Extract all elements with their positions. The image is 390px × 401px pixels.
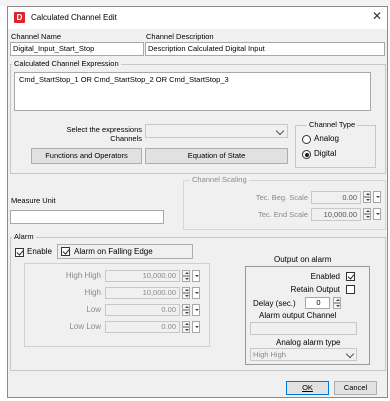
spin-down-icon[interactable] [182,293,190,299]
level-label-high: High [84,288,101,297]
radio-analog-label: Analog [314,134,339,143]
chevron-down-icon [345,349,355,359]
output-on-alarm-title: Output on alarm [274,255,332,264]
window-title: Calculated Channel Edit [31,13,117,22]
background-margin [0,6,7,401]
level-label-low-low: Low Low [69,322,101,331]
level-input-low[interactable]: 0.00 [105,304,180,316]
level-input-high-high[interactable]: 10,000.00 [105,270,180,282]
beg-scale-input[interactable]: 0.00 [311,191,361,204]
spin-down-icon[interactable] [333,303,341,309]
end-scale-input[interactable]: 10,000.00 [311,208,361,221]
analog-alarm-type-label: Analog alarm type [276,338,341,347]
measure-unit-label: Measure Unit [11,196,56,205]
app-icon: D [14,12,25,23]
level-label-low: Low [86,305,101,314]
dialog-window: D Calculated Channel Edit ✕ Channel Name… [7,6,388,398]
radio-analog[interactable] [302,135,311,144]
level-dropdown-low[interactable] [192,304,200,316]
spin-down-icon[interactable] [182,327,190,333]
level-spinner-high-high[interactable] [182,270,190,282]
scaling-group [183,180,386,230]
level-spinner-high[interactable] [182,287,190,299]
channel-name-input[interactable]: Digital_Input_Start_Stop [10,42,144,56]
output-enabled-checkbox[interactable] [346,272,355,281]
level-spinner-low-low[interactable] [182,321,190,333]
equation-of-state-button[interactable]: Equation of State [145,148,288,164]
alarm-output-channel-label: Alarm output Channel [259,311,337,320]
delay-label: Delay (sec.) [253,299,296,308]
ok-button[interactable]: OK [286,381,329,395]
end-scale-spinner[interactable] [363,208,371,220]
level-spinner-low[interactable] [182,304,190,316]
cancel-button[interactable]: Cancel [334,381,377,395]
title-bar: D Calculated Channel Edit ✕ [8,7,387,29]
level-dropdown-low-low[interactable] [192,321,200,333]
radio-digital[interactable] [302,150,311,159]
alarm-enable-label: Enable [27,247,52,256]
retain-output-label: Retain Output [290,285,340,294]
level-input-high[interactable]: 10,000.00 [105,287,180,299]
select-expression-label: Select the expressions Channels [66,125,142,143]
level-dropdown-high[interactable] [192,287,200,299]
falling-edge-label: Alarm on Falling Edge [74,247,153,256]
ok-button-label: OK [302,383,313,392]
channel-description-input[interactable]: Description Calculated Digital Input [145,42,385,56]
expression-channels-select[interactable] [145,124,288,138]
channel-type-label: Channel Type [307,120,358,129]
output-enabled-label: Enabled [310,272,340,281]
retain-output-checkbox[interactable] [346,285,355,294]
channel-description-label: Channel Description [146,32,214,41]
falling-edge-checkbox[interactable] [61,247,70,256]
channel-name-label: Channel Name [11,32,62,41]
alarm-group-label: Alarm [12,232,36,241]
spin-down-icon[interactable] [363,214,371,220]
scaling-group-label: Channel Scaling [190,175,249,184]
level-label-high-high: High High [65,271,101,280]
analog-alarm-type-select[interactable]: High High [250,348,357,361]
expression-textarea[interactable]: Cmd_StartStop_1 OR Cmd_StartStop_2 OR Cm… [14,72,371,111]
end-scale-dropdown[interactable] [373,208,381,220]
close-icon[interactable]: ✕ [372,9,382,23]
alarm-enable-checkbox[interactable] [15,248,24,257]
spin-down-icon[interactable] [363,197,371,203]
analog-alarm-type-value: High High [253,350,286,359]
functions-operators-button[interactable]: Functions and Operators [31,148,142,164]
chevron-down-icon [275,126,285,136]
spin-down-icon[interactable] [182,276,190,282]
cancel-button-label: Cancel [343,383,368,392]
channel-type-group [295,125,376,168]
beg-scale-dropdown[interactable] [373,191,381,203]
spin-down-icon[interactable] [182,310,190,316]
measure-unit-select[interactable] [10,210,164,224]
level-dropdown-high-high[interactable] [192,270,200,282]
beg-scale-label: Tec. Beg. Scale [255,193,308,202]
level-input-low-low[interactable]: 0.00 [105,321,180,333]
alarm-output-channel-select[interactable] [250,322,357,335]
beg-scale-spinner[interactable] [363,191,371,203]
end-scale-label: Tec. End Scale [257,210,308,219]
delay-spinner[interactable] [333,297,341,309]
expression-group-label: Calculated Channel Expression [12,59,121,68]
radio-digital-label: Digital [314,149,337,158]
delay-input[interactable]: 0 [305,297,330,309]
